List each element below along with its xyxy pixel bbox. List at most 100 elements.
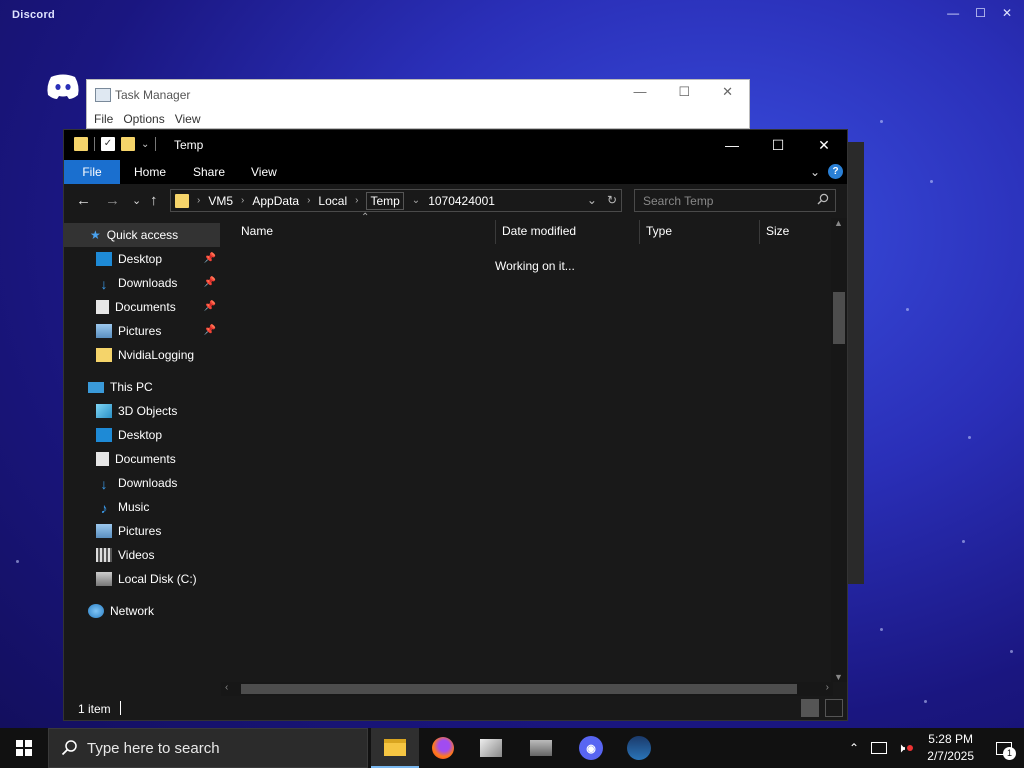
- taskbar-search-box[interactable]: [48, 728, 368, 768]
- column-header-name[interactable]: Name: [241, 224, 273, 238]
- pin-icon[interactable]: 📌: [204, 253, 216, 264]
- sidebar-item-music[interactable]: ♪ Music: [64, 495, 220, 519]
- column-divider[interactable]: [495, 220, 496, 244]
- tm-menu-view[interactable]: View: [175, 112, 201, 126]
- scroll-right-arrow-icon[interactable]: ›: [826, 682, 829, 693]
- taskbar-steam[interactable]: [615, 728, 663, 768]
- refresh-icon[interactable]: ↻: [607, 193, 617, 207]
- column-divider[interactable]: [639, 220, 640, 244]
- properties-icon[interactable]: ✓: [101, 137, 115, 151]
- breadcrumb-dropdown-icon[interactable]: ⌄: [412, 195, 420, 206]
- sidebar-item-this-pc[interactable]: This PC: [64, 375, 220, 399]
- breadcrumb-local[interactable]: Local: [318, 194, 347, 208]
- task-manager-window[interactable]: Task Manager — ☐ ✕ File Options View: [86, 79, 750, 129]
- background-star: [880, 628, 883, 631]
- breadcrumb-appdata[interactable]: AppData: [252, 194, 299, 208]
- network-status-icon[interactable]: [871, 742, 888, 754]
- sidebar-item-network[interactable]: Network: [64, 599, 220, 623]
- new-folder-icon[interactable]: [121, 137, 135, 151]
- details-view-icon[interactable]: [801, 699, 819, 717]
- sidebar-item-nvidialogging[interactable]: NvidiaLogging: [64, 343, 220, 367]
- discord-minimize-button[interactable]: —: [947, 6, 959, 20]
- large-icons-view-icon[interactable]: [825, 699, 843, 717]
- recent-locations-icon[interactable]: ⌄: [132, 194, 141, 207]
- task-manager-maximize-button[interactable]: ☐: [678, 84, 690, 100]
- action-center-button[interactable]: 1: [984, 728, 1024, 768]
- scroll-up-arrow-icon[interactable]: ▲: [834, 218, 843, 228]
- explorer-close-button[interactable]: ✕: [801, 130, 847, 160]
- pin-icon[interactable]: 📌: [204, 325, 216, 336]
- volume-icon[interactable]: 🕨: [897, 740, 905, 756]
- search-box[interactable]: [634, 189, 836, 212]
- sidebar-item-pc-downloads[interactable]: ↓ Downloads: [64, 471, 220, 495]
- taskbar-file-explorer[interactable]: [371, 728, 419, 768]
- horizontal-scroll-thumb[interactable]: [241, 684, 797, 694]
- view-toggle: [801, 699, 843, 717]
- sidebar-item-videos[interactable]: Videos: [64, 543, 220, 567]
- taskbar-firefox[interactable]: [419, 728, 467, 768]
- tm-menu-file[interactable]: File: [94, 112, 113, 126]
- up-arrow-icon[interactable]: ↑: [150, 192, 158, 209]
- column-header-size[interactable]: Size: [766, 224, 789, 238]
- sidebar-item-pictures[interactable]: Pictures 📌: [64, 319, 220, 343]
- back-arrow-icon[interactable]: ←: [76, 192, 91, 209]
- forward-arrow-icon[interactable]: →: [105, 192, 120, 209]
- horizontal-scrollbar[interactable]: ‹ ›: [221, 682, 833, 696]
- clock[interactable]: 5:28 PM 2/7/2025: [927, 731, 974, 765]
- file-list-pane[interactable]: ⌃ Name Date modified Type Size Working o…: [221, 212, 833, 682]
- column-header-type[interactable]: Type: [646, 224, 672, 238]
- breadcrumb-vm5[interactable]: VM5: [208, 194, 233, 208]
- sidebar-item-pc-documents[interactable]: Documents: [64, 447, 220, 471]
- task-manager-close-button[interactable]: ✕: [722, 84, 733, 100]
- ribbon-tab-home[interactable]: Home: [134, 160, 166, 184]
- ribbon-tab-share[interactable]: Share: [193, 160, 225, 184]
- taskbar-app-monitor[interactable]: [467, 728, 515, 768]
- ribbon-tab-file[interactable]: File: [64, 160, 120, 184]
- column-divider[interactable]: [759, 220, 760, 244]
- explorer-minimize-button[interactable]: —: [709, 130, 755, 160]
- sidebar-item-documents[interactable]: Documents 📌: [64, 295, 220, 319]
- scroll-down-arrow-icon[interactable]: ▼: [834, 672, 843, 682]
- column-header-date-modified[interactable]: Date modified: [502, 224, 576, 238]
- taskbar-app-display[interactable]: [517, 728, 565, 768]
- address-history-dropdown-icon[interactable]: ⌄: [587, 193, 597, 207]
- taskbar-search-input[interactable]: [87, 739, 337, 757]
- sidebar-item-local-disk[interactable]: Local Disk (C:): [64, 567, 220, 591]
- address-bar[interactable]: › VM5 › AppData › Local › Temp ⌄ 1070424…: [170, 189, 622, 212]
- breadcrumb-temp[interactable]: Temp: [366, 191, 404, 210]
- search-icon[interactable]: [817, 193, 829, 205]
- vertical-scrollbar[interactable]: ▲ ▼: [831, 218, 847, 682]
- breadcrumb-separator[interactable]: ›: [241, 195, 244, 206]
- quick-access-toolbar: ✓ ⌄: [74, 137, 157, 151]
- ribbon-tab-view[interactable]: View: [251, 160, 277, 184]
- system-tray: ⌃ 🕨 5:28 PM 2/7/2025 1: [849, 728, 1024, 768]
- vertical-scroll-thumb[interactable]: [833, 292, 845, 344]
- breadcrumb-separator[interactable]: ›: [197, 195, 200, 206]
- tm-menu-options[interactable]: Options: [123, 112, 164, 126]
- task-manager-minimize-button[interactable]: —: [633, 84, 646, 100]
- show-hidden-icons-icon[interactable]: ⌃: [849, 741, 859, 755]
- expand-ribbon-icon[interactable]: ⌄: [810, 165, 820, 179]
- start-button[interactable]: [0, 728, 48, 768]
- sidebar-item-desktop[interactable]: Desktop 📌: [64, 247, 220, 271]
- explorer-maximize-button[interactable]: ☐: [755, 130, 801, 160]
- scroll-left-arrow-icon[interactable]: ‹: [225, 682, 228, 693]
- firefox-icon: [432, 737, 454, 759]
- customize-toolbar-icon[interactable]: ⌄: [141, 139, 149, 150]
- breadcrumb-separator[interactable]: ›: [355, 195, 358, 206]
- sidebar-item-quick-access[interactable]: ★ Quick access: [64, 223, 220, 247]
- taskbar-discord[interactable]: ◉: [567, 728, 615, 768]
- background-star: [930, 180, 933, 183]
- sidebar-item-pc-pictures[interactable]: Pictures: [64, 519, 220, 543]
- discord-close-button[interactable]: ✕: [1002, 6, 1012, 20]
- sidebar-item-pc-desktop[interactable]: Desktop: [64, 423, 220, 447]
- discord-maximize-button[interactable]: ☐: [975, 6, 986, 20]
- sidebar-item-3d-objects[interactable]: 3D Objects: [64, 399, 220, 423]
- breadcrumb-separator[interactable]: ›: [307, 195, 310, 206]
- help-icon[interactable]: ?: [828, 164, 843, 179]
- breadcrumb-1070424001[interactable]: 1070424001: [428, 194, 495, 208]
- pin-icon[interactable]: 📌: [204, 301, 216, 312]
- search-input[interactable]: [635, 190, 810, 211]
- pin-icon[interactable]: 📌: [204, 277, 216, 288]
- sidebar-item-downloads[interactable]: ↓ Downloads 📌: [64, 271, 220, 295]
